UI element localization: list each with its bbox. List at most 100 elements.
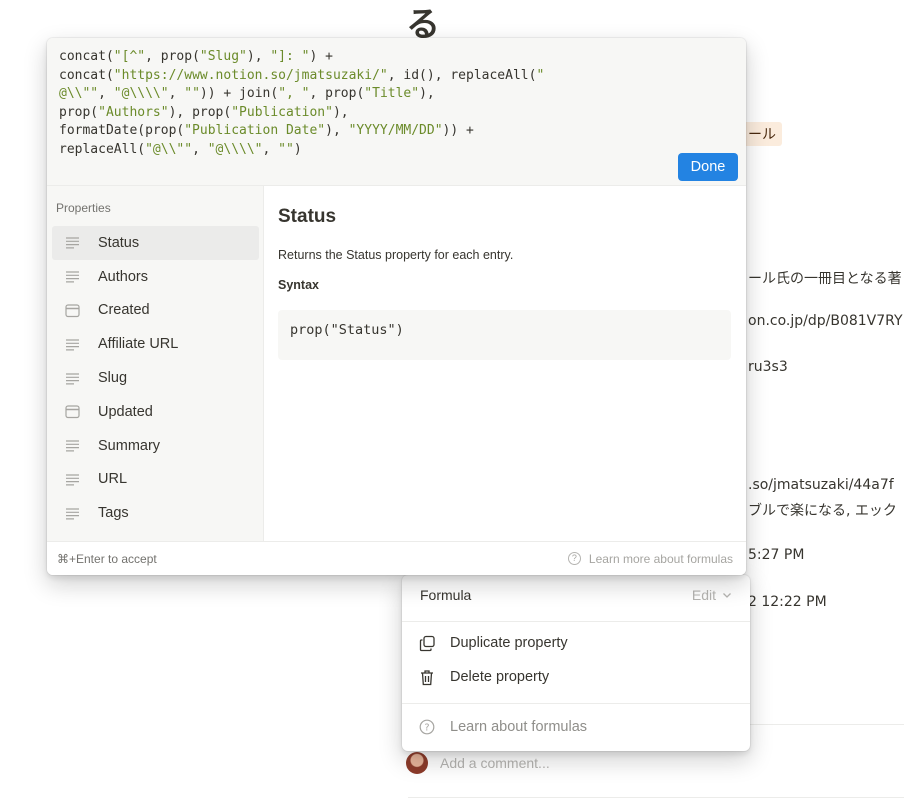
avatar: [406, 752, 428, 774]
learn-about-formulas-link[interactable]: ? Learn about formulas: [418, 718, 587, 736]
property-item-label: Updated: [98, 403, 153, 420]
code-string: "Title": [364, 86, 420, 101]
menu-divider: [402, 621, 750, 622]
done-button[interactable]: Done: [678, 153, 738, 181]
property-item-updated[interactable]: Updated: [52, 395, 259, 429]
property-item-authors[interactable]: Authors: [52, 260, 259, 294]
property-value-affiliate-url[interactable]: on.co.jp/dp/B081V7RY: [748, 313, 903, 329]
code-token: replaceAll(: [59, 141, 146, 157]
property-item-affiliate-url[interactable]: Affiliate URL: [52, 327, 259, 361]
code-string: ", ": [278, 86, 310, 101]
property-item-url[interactable]: URL: [52, 463, 259, 497]
learn-about-formulas-label: Learn about formulas: [450, 719, 588, 735]
duplicate-property-label: Duplicate property: [450, 635, 568, 651]
select-tag[interactable]: ール: [742, 122, 782, 146]
trash-icon: [418, 668, 436, 686]
property-item-label: Status: [98, 234, 140, 251]
property-item-label: URL: [98, 471, 128, 488]
code-token: ,: [168, 86, 185, 101]
learn-more-label: Learn more about formulas: [588, 551, 733, 566]
code-token: ),: [246, 49, 271, 64]
date-icon: [65, 404, 80, 419]
menu-divider: [402, 703, 750, 704]
code-token: ),: [325, 123, 349, 138]
edit-label: Edit: [691, 587, 716, 603]
code-token: ),: [419, 86, 435, 101]
learn-more-link[interactable]: ? Learn more about formulas: [567, 551, 733, 566]
property-item-slug[interactable]: Slug: [52, 361, 259, 395]
help-icon: ?: [418, 718, 436, 736]
text-icon: [65, 438, 80, 453]
sidebar-title: Properties: [56, 201, 111, 215]
property-value-summary: ール氏の一冊目となる著: [748, 271, 902, 287]
formula-code-area[interactable]: concat("[^", prop("Slug"), "]: ") + conc…: [47, 38, 746, 186]
code-string: "@\\\\": [113, 86, 169, 101]
delete-property-label: Delete property: [450, 669, 550, 685]
delete-property-button[interactable]: Delete property: [418, 668, 549, 686]
chevron-down-icon: [723, 593, 731, 598]
code-token: ) +: [309, 49, 333, 64]
property-item-status[interactable]: Status: [52, 226, 259, 260]
formula-input[interactable]: concat("[^", prop("Slug"), "]: ") + conc…: [59, 48, 544, 159]
detail-description: Returns the Status property for each ent…: [278, 248, 514, 262]
code-string: "YYYY/MM/DD": [348, 123, 443, 138]
code-string: "Authors": [98, 104, 169, 120]
text-icon: [65, 472, 80, 487]
property-item-summary[interactable]: Summary: [52, 429, 259, 463]
comment-composer[interactable]: Add a comment...: [406, 752, 550, 774]
code-token: , prop(: [309, 86, 365, 101]
code-token: ),: [332, 104, 349, 120]
text-icon: [65, 269, 80, 284]
code-string: "https://www.notion.so/jmatsuzaki/": [113, 67, 388, 83]
code-string: "Publication Date": [184, 123, 326, 138]
text-icon: [65, 235, 80, 250]
property-type-row[interactable]: Formula Edit: [402, 575, 750, 615]
syntax-code: prop("Status"): [278, 310, 731, 360]
svg-text:?: ?: [424, 723, 429, 734]
code-token: , id(), replaceAll(: [387, 67, 537, 83]
code-token: ,: [192, 141, 208, 157]
code-string: ": [536, 67, 545, 83]
text-icon: [65, 337, 80, 352]
text-icon: [65, 371, 80, 386]
property-item-label: Slug: [98, 370, 128, 387]
property-value-updated: 2 12:22 PM: [748, 594, 827, 610]
code-token: ,: [98, 86, 114, 101]
property-item-label: Authors: [98, 268, 148, 285]
property-item-label: Affiliate URL: [98, 336, 179, 353]
code-string: "@\\"": [145, 141, 193, 157]
code-string: "Publication": [231, 104, 333, 120]
help-icon: ?: [567, 552, 581, 565]
code-token: formatDate(prop(: [59, 123, 185, 138]
property-item-tags[interactable]: Tags: [52, 496, 259, 530]
properties-sidebar: Properties Status Authors Created Affiliate…: [47, 186, 264, 541]
code-token: concat(: [59, 49, 114, 64]
code-token: )) + join(: [199, 86, 279, 101]
code-string: "Slug": [199, 49, 247, 64]
property-value-slug: ru3s3: [748, 359, 788, 375]
code-string: "]: ": [270, 49, 310, 64]
page-heading-fragment: る: [406, 5, 440, 45]
accept-shortcut-hint: ⌘+Enter to accept: [57, 551, 157, 566]
property-item-label: Created: [98, 302, 150, 319]
syntax-label: Syntax: [278, 278, 319, 292]
text-icon: [65, 506, 80, 521]
formula-editor: concat("[^", prop("Slug"), "]: ") + conc…: [47, 38, 746, 575]
property-item-label: Tags: [98, 505, 129, 522]
property-value-tags: ブルで楽になる, エック: [748, 503, 897, 519]
property-value-created: 5:27 PM: [748, 547, 805, 563]
code-token: concat(: [59, 67, 114, 83]
code-token: , prop(: [145, 49, 200, 64]
editor-footer: ⌘+Enter to accept ? Learn more about for…: [47, 541, 746, 575]
property-item-created[interactable]: Created: [52, 294, 259, 328]
duplicate-property-button[interactable]: Duplicate property: [418, 634, 568, 652]
code-token: )) +: [442, 123, 474, 138]
code-token: ), prop(: [168, 104, 232, 120]
duplicate-icon: [418, 634, 436, 652]
property-value-url[interactable]: .so/jmatsuzaki/44a7f: [748, 477, 894, 493]
property-item-label: Summary: [98, 437, 161, 454]
code-token: prop(: [59, 104, 99, 120]
edit-formula-button[interactable]: Edit: [692, 587, 732, 603]
comment-input[interactable]: Add a comment...: [440, 755, 550, 771]
code-string: "[^": [113, 49, 146, 64]
